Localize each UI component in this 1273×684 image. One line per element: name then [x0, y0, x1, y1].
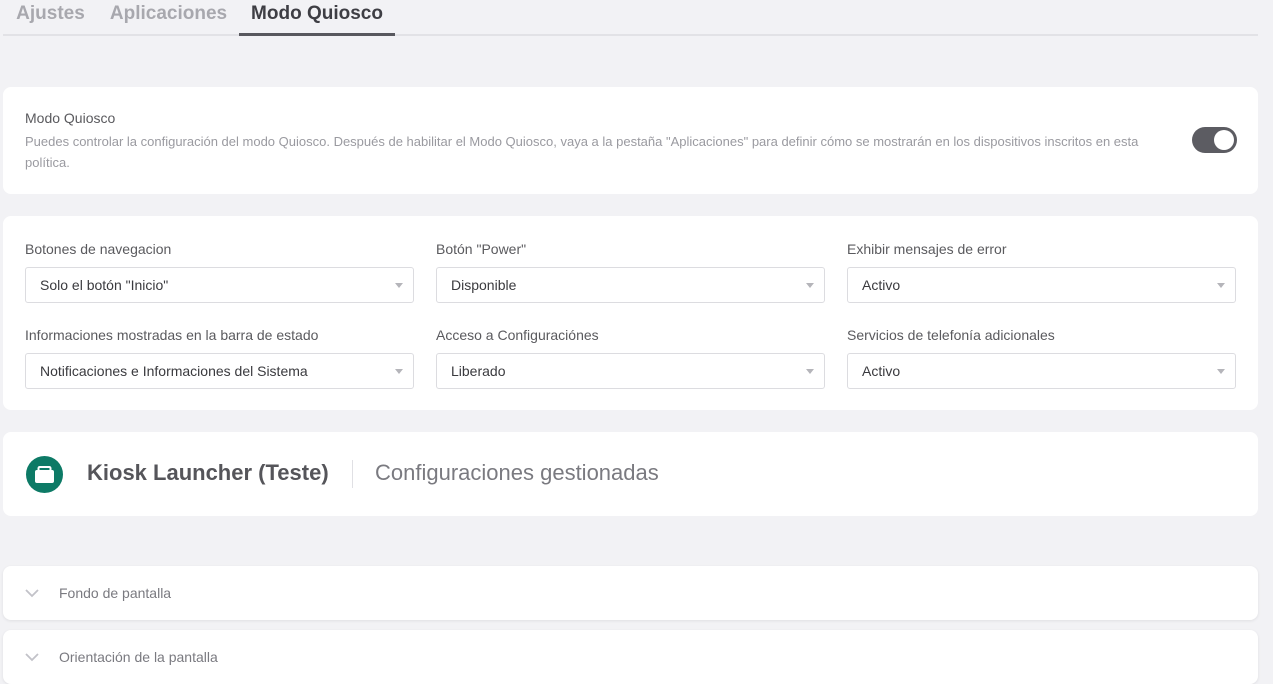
app-icon-circle: [26, 456, 63, 493]
caret-down-icon: [395, 369, 403, 374]
section-wallpaper[interactable]: Fondo de pantalla: [3, 566, 1258, 620]
navigation-buttons-label: Botones de navegacion: [25, 241, 172, 257]
status-bar-info-select[interactable]: Notificaciones e Informaciones del Siste…: [25, 353, 414, 389]
toggle-knob: [1214, 130, 1234, 150]
navigation-buttons-select[interactable]: Solo el botón "Inicio": [25, 267, 414, 303]
kiosk-mode-title: Modo Quiosco: [25, 110, 116, 126]
caret-down-icon: [806, 369, 814, 374]
section-label: Orientación de la pantalla: [59, 649, 218, 665]
chevron-down-icon: [25, 653, 39, 662]
caret-down-icon: [1217, 369, 1225, 374]
tab-aplicaciones[interactable]: Aplicaciones: [98, 0, 239, 36]
app-subtitle: Configuraciones gestionadas: [375, 460, 659, 485]
section-screen-orientation[interactable]: Orientación de la pantalla: [3, 630, 1258, 684]
kiosk-mode-card: Modo Quiosco Puedes controlar la configu…: [3, 87, 1258, 194]
select-value: Activo: [862, 363, 901, 379]
briefcase-icon: [35, 466, 54, 483]
error-messages-label: Exhibir mensajes de error: [847, 241, 1007, 257]
kiosk-mode-description: Puedes controlar la configuración del mo…: [25, 134, 1139, 170]
caret-down-icon: [806, 283, 814, 288]
select-value: Solo el botón "Inicio": [40, 277, 169, 293]
select-value: Notificaciones e Informaciones del Siste…: [40, 363, 308, 379]
telephony-services-label: Servicios de telefonía adicionales: [847, 327, 1055, 343]
settings-access-select[interactable]: Liberado: [436, 353, 825, 389]
select-value: Disponible: [451, 277, 517, 293]
power-button-select[interactable]: Disponible: [436, 267, 825, 303]
kiosk-mode-toggle[interactable]: [1192, 127, 1237, 153]
caret-down-icon: [395, 283, 403, 288]
power-button-label: Botón "Power": [436, 241, 527, 257]
divider: [352, 460, 353, 488]
tab-modo-quiosco[interactable]: Modo Quiosco: [239, 0, 395, 36]
app-header-card: Kiosk Launcher (Teste) Configuraciones g…: [3, 432, 1258, 516]
telephony-services-select[interactable]: Activo: [847, 353, 1236, 389]
chevron-down-icon: [25, 589, 39, 598]
app-name: Kiosk Launcher (Teste): [87, 460, 329, 485]
kiosk-settings-card: Botones de navegacion Solo el botón "Ini…: [3, 216, 1258, 410]
section-label: Fondo de pantalla: [59, 585, 172, 601]
select-value: Liberado: [451, 363, 506, 379]
tab-ajustes[interactable]: Ajustes: [3, 0, 98, 36]
select-value: Activo: [862, 277, 901, 293]
error-messages-select[interactable]: Activo: [847, 267, 1236, 303]
caret-down-icon: [1217, 283, 1225, 288]
settings-access-label: Acceso a Configuraciónes: [436, 327, 599, 343]
status-bar-info-label: Informaciones mostradas en la barra de e…: [25, 327, 319, 343]
tab-bar: Ajustes Aplicaciones Modo Quiosco: [3, 0, 1258, 36]
